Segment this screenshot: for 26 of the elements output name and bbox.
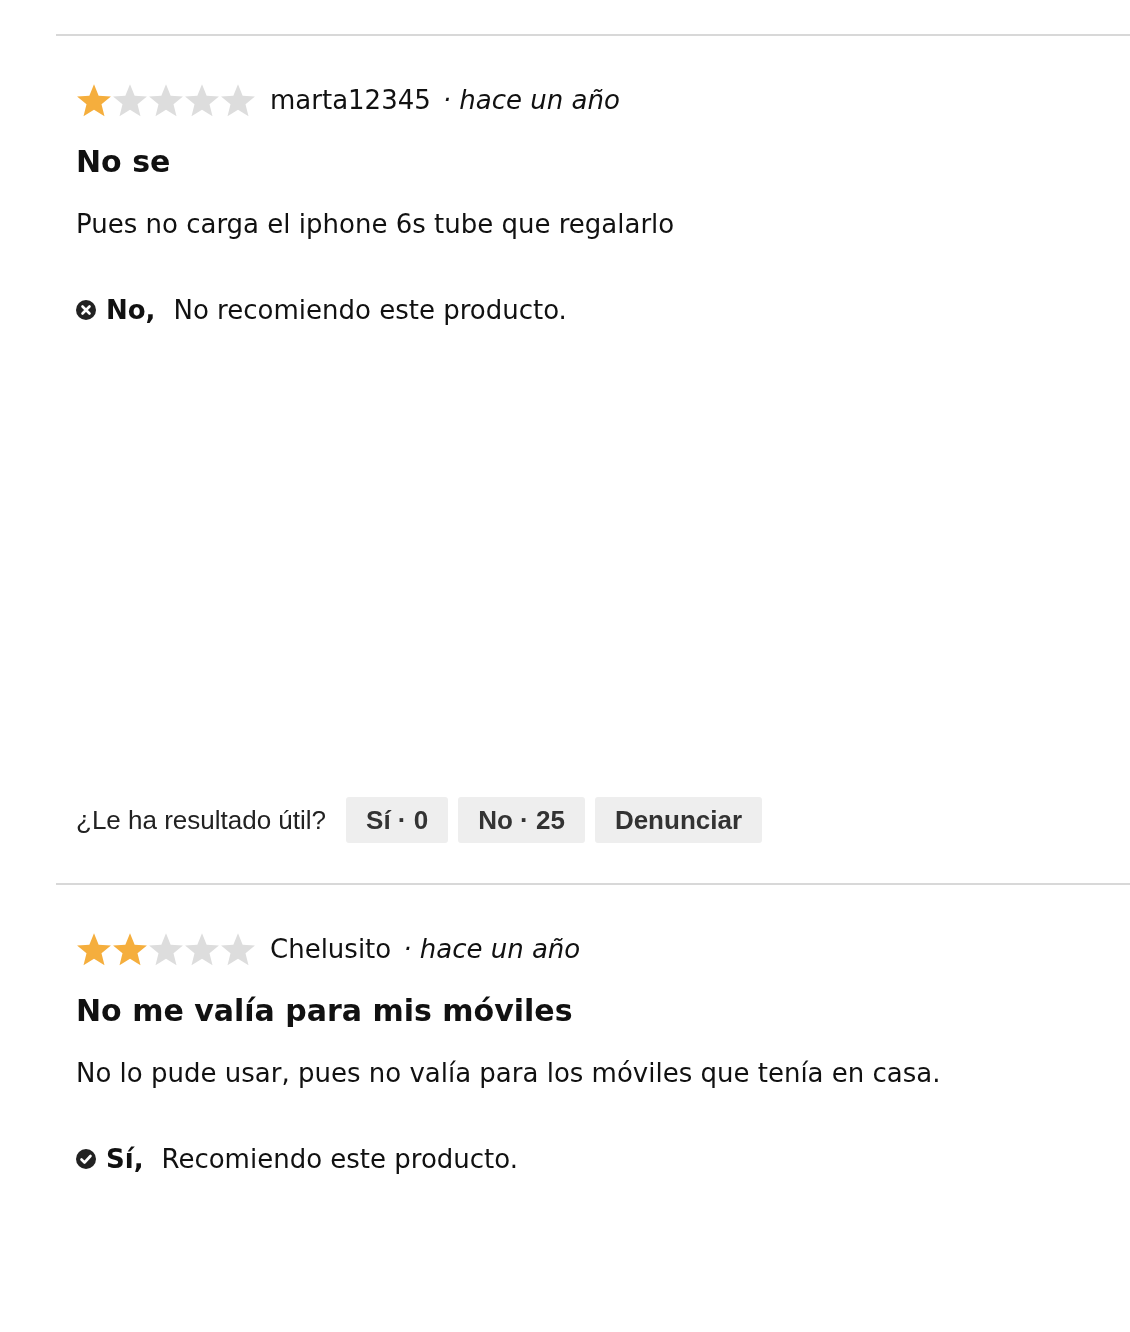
recommend-text: Recomiendo este producto. bbox=[161, 1144, 519, 1174]
author-name: marta12345 bbox=[270, 85, 431, 115]
helpful-question: ¿Le ha resultado útil? bbox=[76, 804, 327, 836]
vote-button[interactable]: Sí · 0 bbox=[346, 797, 449, 843]
recommend-answer: Sí, bbox=[106, 1144, 144, 1174]
star-icon bbox=[112, 82, 148, 118]
review-date: · hace un año bbox=[403, 934, 581, 964]
star-icon bbox=[112, 931, 148, 967]
review-title: No se bbox=[76, 144, 172, 179]
star-icon bbox=[148, 82, 184, 118]
star-icon bbox=[184, 82, 220, 118]
star-icon bbox=[220, 82, 256, 118]
author-name: Chelusito bbox=[270, 934, 392, 964]
star-icon bbox=[76, 931, 112, 967]
review-text: Pues no carga el iphone 6s tube que regalarlo bbox=[76, 209, 676, 239]
star-icon bbox=[148, 931, 184, 967]
review-title: No me valía para mis móviles bbox=[76, 993, 574, 1028]
star-icon bbox=[220, 931, 256, 967]
vote-button[interactable]: No · 25 bbox=[458, 797, 585, 843]
recommend-text: No recomiendo este producto. bbox=[173, 295, 567, 325]
vote-button[interactable]: Denunciar bbox=[594, 797, 763, 843]
star-icon bbox=[184, 931, 220, 967]
star-icon bbox=[76, 82, 112, 118]
review-date: · hace un año bbox=[442, 85, 620, 115]
recommend-answer: No, bbox=[106, 295, 156, 325]
review-text: No lo pude usar, pues no valía para los móviles que tenía en casa. bbox=[76, 1058, 942, 1088]
